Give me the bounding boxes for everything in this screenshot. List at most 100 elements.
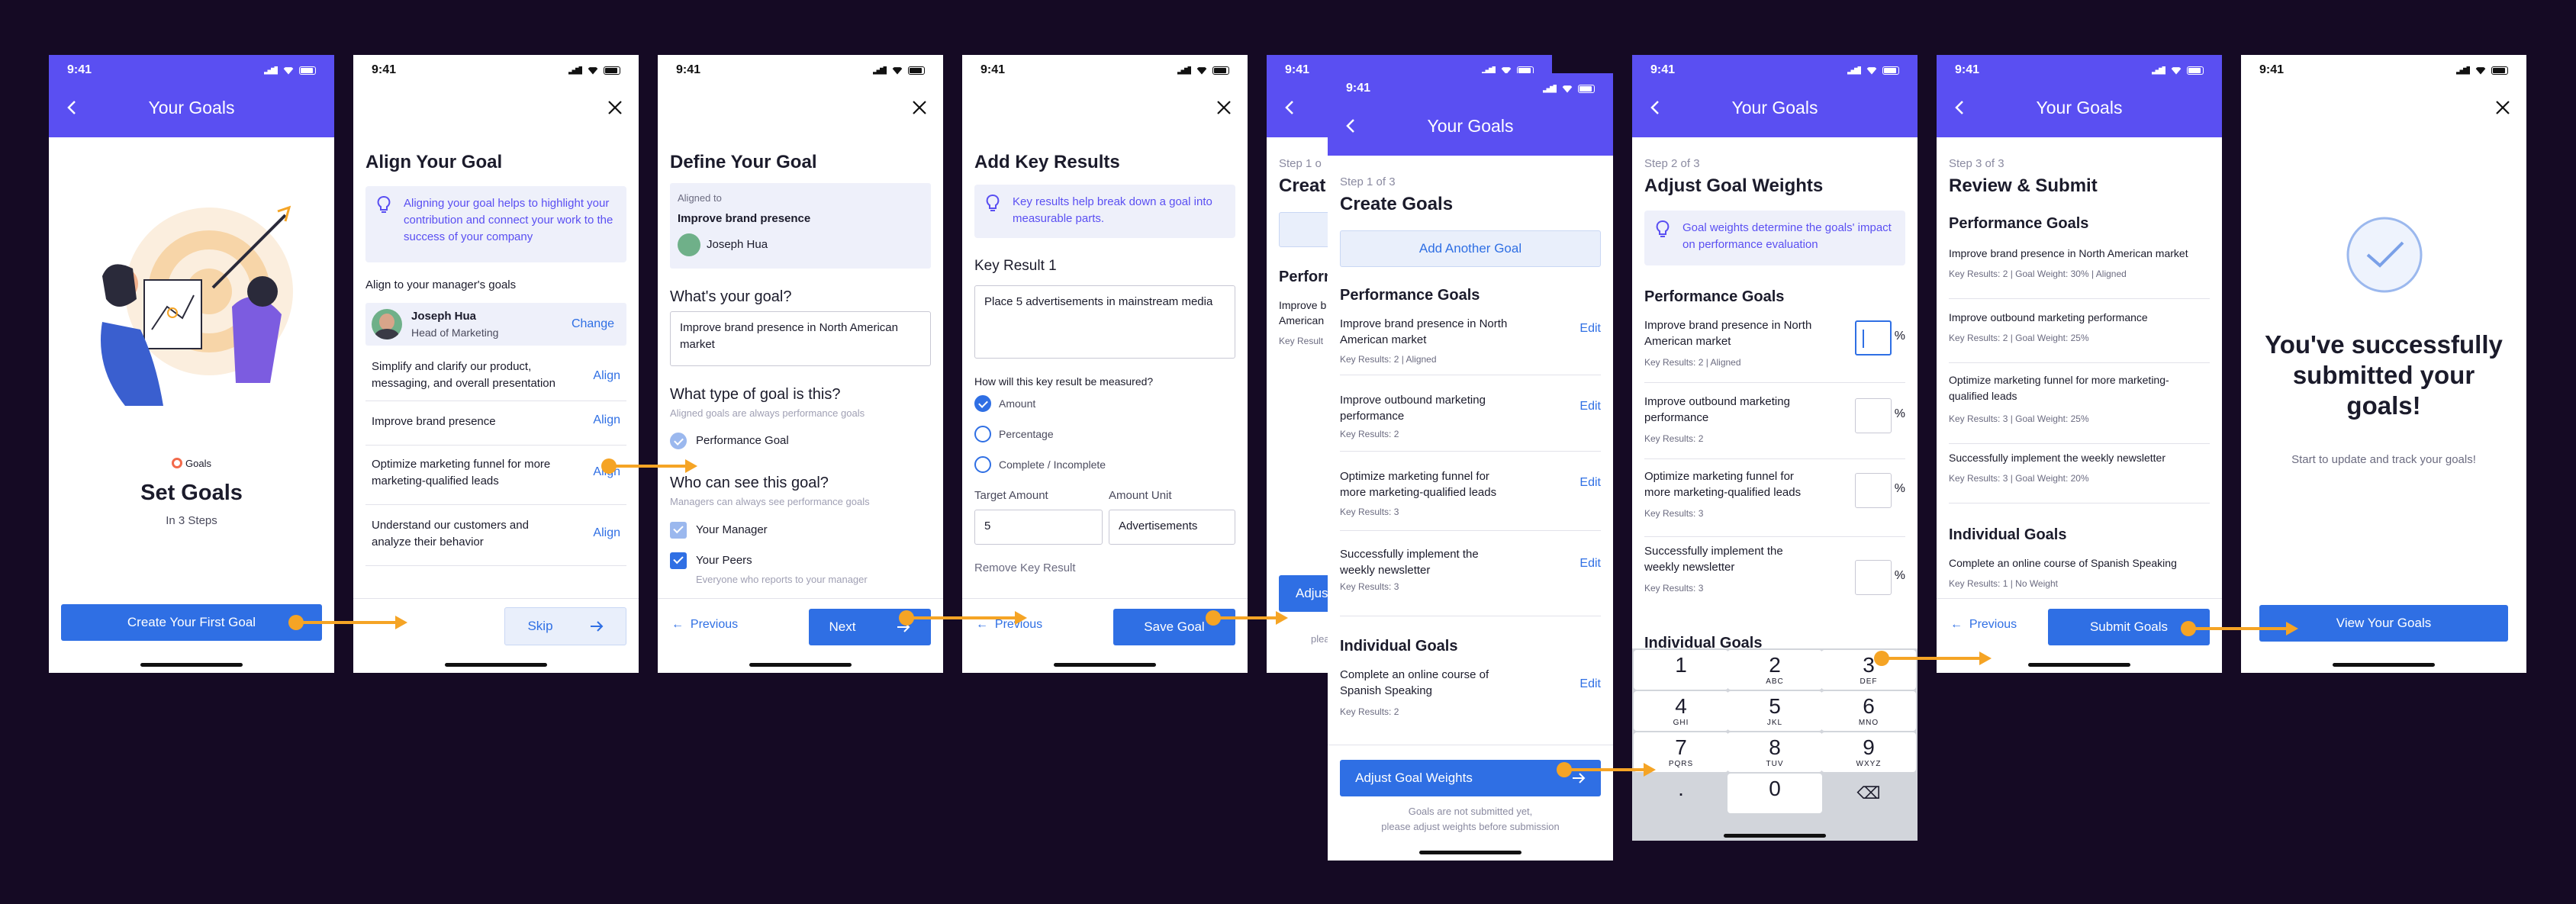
home-indicator — [2028, 663, 2130, 667]
previous-button[interactable]: ← Previous — [1950, 618, 2017, 632]
success-checkmark-icon — [2346, 217, 2423, 293]
keypad-key-1[interactable]: 1 — [1634, 650, 1728, 690]
arrow-right-icon — [590, 621, 603, 632]
keypad-key-9[interactable]: 9 WXYZ — [1821, 732, 1916, 772]
align-button[interactable]: Align — [593, 526, 620, 540]
screen-success: 9:41 You've successfully submitted your … — [2241, 55, 2526, 673]
section-title-performance: Performance Goals — [1949, 215, 2089, 232]
screen-review-submit: 9:41 Your Goals Step 3 of 3 Review & Sub… — [1937, 55, 2222, 673]
battery-icon — [1212, 66, 1229, 75]
close-icon[interactable] — [607, 99, 623, 116]
performance-goal-radio[interactable] — [670, 433, 687, 449]
weight-input[interactable] — [1855, 320, 1892, 355]
weight-input[interactable] — [1855, 398, 1892, 433]
status-bar: 9:41 — [658, 55, 943, 85]
lightbulb-icon — [1656, 220, 1670, 237]
app-header: 9:41 Your Goals — [1937, 55, 2222, 137]
target-icon — [172, 458, 183, 468]
section-title-performance: Performance Goals — [1644, 288, 1785, 305]
status-time: 9:41 — [372, 63, 397, 76]
signal-icon — [1847, 66, 1861, 75]
create-first-goal-button[interactable]: Create Your First Goal — [61, 604, 322, 641]
status-time: 9:41 — [980, 63, 1006, 76]
status-bar: 9:41 — [1632, 55, 1918, 85]
goal-text-partial: Improve b — [1279, 299, 1327, 311]
wifi-icon — [1866, 67, 1878, 75]
complete-incomplete-radio[interactable] — [974, 456, 991, 473]
status-time: 9:41 — [1285, 63, 1310, 76]
battery-icon — [908, 66, 925, 75]
close-icon[interactable] — [911, 99, 928, 116]
align-button[interactable]: Align — [593, 369, 620, 383]
home-indicator — [140, 663, 243, 667]
target-amount-label: Target Amount — [974, 489, 1048, 502]
your-peers-checkbox[interactable] — [670, 552, 687, 569]
footer-divider — [353, 598, 639, 599]
previous-button[interactable]: ← Previous — [976, 618, 1042, 632]
target-amount-input[interactable]: 5 — [974, 510, 1103, 545]
align-label: Align to your manager's goals — [365, 278, 517, 291]
footer-divider — [962, 598, 1248, 599]
percentage-radio[interactable] — [974, 426, 991, 442]
home-indicator — [749, 663, 852, 667]
add-another-goal-button[interactable]: Add Another Goal — [1340, 230, 1601, 267]
previous-button[interactable]: ← Previous — [671, 618, 738, 632]
keypad-key-6[interactable]: 6 MNO — [1821, 691, 1916, 731]
flow-arrow-head — [685, 459, 697, 473]
screen-define-goal: 9:41 Define Your Goal Aligned to Improve… — [658, 55, 943, 673]
keypad-key-3[interactable]: 3 DEF — [1821, 650, 1916, 690]
edit-button[interactable]: Edit — [1579, 677, 1601, 691]
back-arrow-icon[interactable] — [1282, 99, 1299, 116]
battery-icon — [2187, 66, 2204, 75]
align-button[interactable]: Align — [593, 413, 620, 427]
section-title-individual: Individual Goals — [1949, 526, 2067, 543]
signal-icon — [2152, 66, 2165, 75]
backspace-key[interactable]: ⌫ — [1821, 774, 1916, 813]
app-header: 9:41 Your Goals — [1328, 73, 1613, 156]
change-link[interactable]: Change — [572, 317, 614, 331]
remove-key-result-link[interactable]: Remove Key Result — [974, 561, 1076, 574]
submission-note: Goals are not submitted yet, please adju… — [1381, 806, 1560, 832]
keypad-key-0[interactable]: 0 — [1728, 774, 1822, 813]
status-bar: 9:41 — [962, 55, 1248, 85]
weight-input[interactable] — [1855, 473, 1892, 508]
amount-unit-input[interactable]: Advertisements — [1109, 510, 1235, 545]
amount-label: Amount — [999, 397, 1036, 410]
battery-icon — [299, 66, 316, 75]
goal-input[interactable]: Improve brand presence in North American… — [670, 311, 931, 366]
wifi-icon — [282, 67, 295, 75]
close-icon[interactable] — [1216, 99, 1232, 116]
keypad-key-8[interactable]: 8 TUV — [1728, 732, 1822, 772]
home-indicator — [1419, 851, 1521, 854]
aligned-card: Aligned to Improve brand presence Joseph… — [670, 183, 931, 269]
close-icon[interactable] — [2494, 99, 2511, 116]
battery-icon — [2491, 66, 2508, 75]
edit-button[interactable]: Edit — [1579, 557, 1601, 571]
key-result-input[interactable]: Place 5 advertisements in mainstream med… — [974, 285, 1235, 359]
keypad-key-5[interactable]: 5 JKL — [1728, 691, 1822, 731]
keypad-key-dot[interactable]: . — [1634, 774, 1728, 813]
goal-item: Optimize marketing funnel for more marke… — [1340, 468, 1601, 531]
status-time: 9:41 — [67, 63, 92, 76]
weight-input[interactable] — [1855, 560, 1892, 595]
weight-goal-item: Successfully implement the weekly newsle… — [1644, 545, 1905, 595]
edit-button[interactable]: Edit — [1579, 400, 1601, 413]
status-bar: 9:41 — [1937, 55, 2222, 85]
keypad-key-2[interactable]: 2 ABC — [1728, 650, 1822, 690]
your-manager-checkbox[interactable] — [670, 522, 687, 539]
edit-button[interactable]: Edit — [1579, 322, 1601, 336]
flow-arrow-head — [1276, 611, 1288, 625]
manager-card: Joseph Hua Head of Marketing Change — [365, 303, 626, 346]
your-peers-hint: Everyone who reports to your manager — [696, 574, 868, 585]
arrow-left-icon: ← — [1950, 618, 1963, 631]
wifi-icon — [1561, 85, 1573, 93]
header-title: Your Goals — [1427, 116, 1514, 136]
edit-button[interactable]: Edit — [1579, 476, 1601, 490]
page-title: Creat — [1279, 175, 1326, 196]
goal-item: Successfully implement the weekly newsle… — [1340, 546, 1601, 616]
keypad-key-4[interactable]: 4 GHI — [1634, 691, 1728, 731]
arrow-left-icon: ← — [976, 618, 988, 631]
amount-radio[interactable] — [974, 395, 991, 412]
status-time: 9:41 — [1650, 63, 1676, 76]
skip-button[interactable]: Skip — [504, 607, 626, 645]
